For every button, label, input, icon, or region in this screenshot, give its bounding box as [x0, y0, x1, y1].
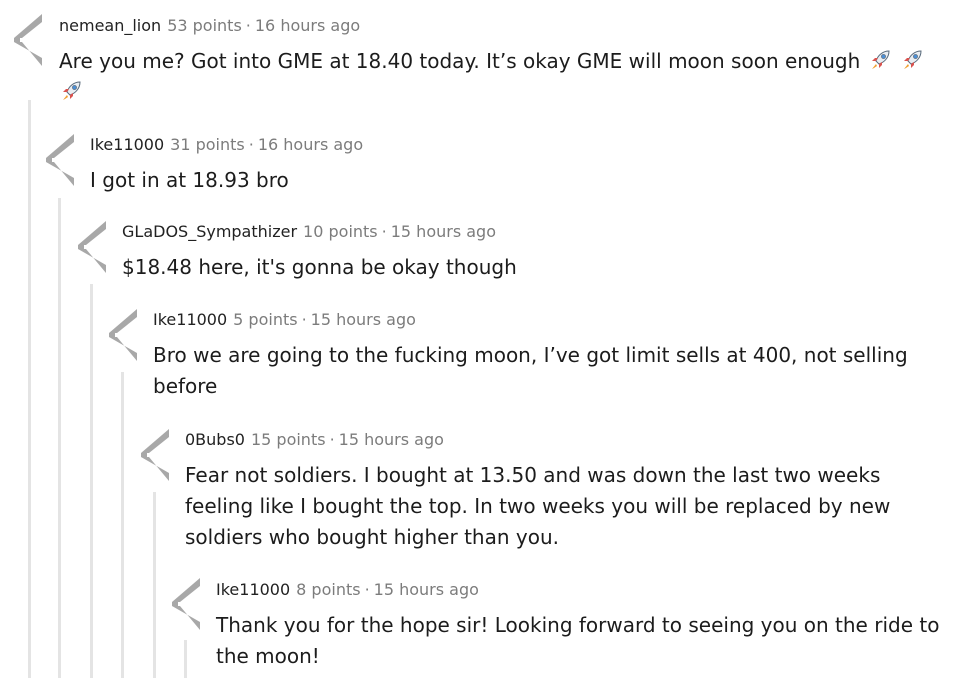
- comment-time: 16 hours ago: [254, 16, 361, 35]
- vote-arrows-icon[interactable]: [12, 12, 44, 68]
- meta-separator: ·: [248, 135, 254, 154]
- comment-body: Bro we are going to the fucking moon, I’…: [153, 343, 908, 398]
- vote-arrows-icon[interactable]: [107, 307, 139, 363]
- meta-separator: ·: [364, 580, 370, 599]
- comment-meta: nemean_lion 53 points · 16 hours ago: [59, 16, 360, 36]
- comment-body: Fear not soldiers. I bought at 13.50 and…: [185, 463, 891, 549]
- comment: Ike11000 8 points · 15 hours ago Thank you …: [216, 580, 943, 675]
- comment-meta: Ike11000 5 points · 15 hours ago: [153, 310, 416, 330]
- meta-separator: ·: [301, 310, 307, 329]
- thread-line[interactable]: [121, 372, 124, 678]
- comment-points: 53 points: [167, 16, 242, 35]
- thread-line[interactable]: [90, 284, 93, 678]
- comment-time: 15 hours ago: [390, 222, 496, 241]
- comment-author[interactable]: 0Bubs0: [185, 430, 245, 449]
- comment-body: Thank you for the hope sir! Looking forw…: [216, 613, 940, 668]
- comment: Ike11000 31 points · 16 hours ago I got in …: [90, 135, 943, 205]
- comment-meta: Ike11000 8 points · 15 hours ago: [216, 580, 479, 600]
- meta-separator: ·: [381, 222, 387, 241]
- comment-author[interactable]: GLaDOS_Sympathizer: [122, 222, 297, 241]
- comment-points: 31 points: [170, 135, 245, 154]
- rocket-emoji-icon: [59, 79, 83, 103]
- thread-line[interactable]: [153, 492, 156, 678]
- meta-separator: ·: [245, 16, 251, 35]
- comment-meta: 0Bubs0 15 points · 15 hours ago: [185, 430, 444, 450]
- comment-points: 15 points: [250, 430, 326, 449]
- comment: nemean_lion 53 points · 16 hours ago Are yo…: [59, 16, 943, 116]
- comment-time: 15 hours ago: [310, 310, 416, 329]
- comment-text: Are you me? Got into GME at 18.40 today.…: [59, 49, 861, 73]
- rocket-emoji-icon: [868, 48, 892, 72]
- thread-line[interactable]: [28, 100, 31, 678]
- comment-points: 10 points: [303, 222, 378, 241]
- vote-arrows-icon[interactable]: [170, 576, 202, 632]
- comment-author[interactable]: nemean_lion: [59, 16, 161, 35]
- comment: 0Bubs0 15 points · 15 hours ago Fear not so…: [185, 430, 943, 560]
- rocket-emoji-icon: [900, 48, 924, 72]
- comment-author[interactable]: Ike11000: [153, 310, 227, 329]
- comment: GLaDOS_Sympathizer 10 points · 15 hours ago…: [122, 222, 943, 292]
- comment-time: 16 hours ago: [257, 135, 364, 154]
- comment-body: $18.48 here, it's gonna be okay though: [122, 255, 517, 279]
- comment-points: 5 points: [233, 310, 298, 329]
- comment-meta: GLaDOS_Sympathizer 10 points · 15 hours ago: [122, 222, 496, 242]
- thread-line[interactable]: [58, 198, 61, 678]
- comment: Ike11000 5 points · 15 hours ago Bro we are…: [153, 310, 943, 410]
- comment-time: 15 hours ago: [373, 580, 479, 599]
- comment-author[interactable]: Ike11000: [216, 580, 290, 599]
- comment-time: 15 hours ago: [338, 430, 444, 449]
- comment-meta: Ike11000 31 points · 16 hours ago: [90, 135, 363, 155]
- vote-arrows-icon[interactable]: [76, 219, 108, 275]
- vote-arrows-icon[interactable]: [139, 427, 171, 483]
- thread-line[interactable]: [184, 640, 187, 678]
- comment-body: I got in at 18.93 bro: [90, 168, 289, 192]
- comment-body: Are you me? Got into GME at 18.40 today.…: [59, 46, 943, 108]
- vote-arrows-icon[interactable]: [44, 132, 76, 188]
- meta-separator: ·: [329, 430, 335, 449]
- comment-points: 8 points: [296, 580, 361, 599]
- comment-author[interactable]: Ike11000: [90, 135, 164, 154]
